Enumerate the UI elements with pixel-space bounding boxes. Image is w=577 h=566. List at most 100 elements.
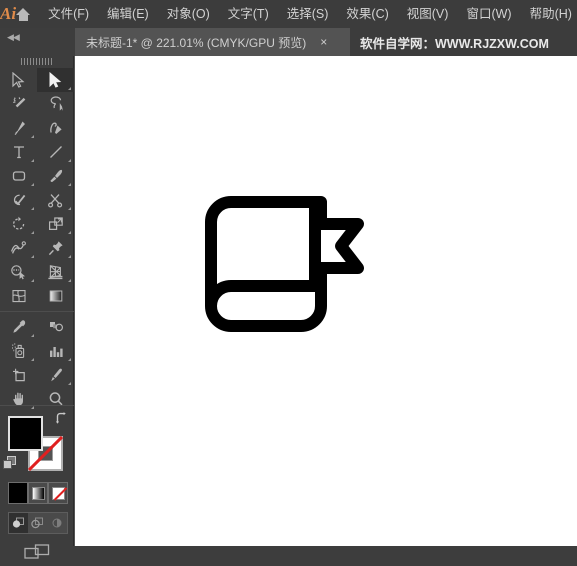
menu-file[interactable]: 文件(F) <box>39 0 98 28</box>
tool-row <box>0 140 74 164</box>
paintbrush-tool[interactable] <box>37 164 74 188</box>
menu-effect[interactable]: 效果(C) <box>337 0 397 28</box>
tool-flyout-indicator <box>31 183 34 186</box>
tool-flyout-indicator <box>31 135 34 138</box>
tool-flyout-indicator <box>31 159 34 162</box>
draw-normal-icon <box>12 517 24 528</box>
menu-view[interactable]: 视图(V) <box>398 0 458 28</box>
menu-help[interactable]: 帮助(H) <box>521 0 577 28</box>
shape-builder-tool[interactable] <box>0 260 37 284</box>
magic-wand-tool[interactable] <box>0 92 37 116</box>
column-graph-tool[interactable] <box>37 339 74 363</box>
gradient-tool[interactable] <box>37 284 74 308</box>
tool-flyout-indicator <box>68 87 71 90</box>
shaper-tool[interactable] <box>0 188 37 212</box>
paint-mode-buttons <box>8 482 68 506</box>
lasso-tool[interactable] <box>37 92 74 116</box>
bookmark-ribbon <box>309 218 364 274</box>
color-controls <box>0 408 74 478</box>
color-mode-button[interactable] <box>8 482 28 504</box>
screen-mode-icon <box>24 544 50 559</box>
eyedropper-tool[interactable] <box>0 315 37 339</box>
menu-type[interactable]: 文字(T) <box>219 0 278 28</box>
swap-fill-stroke-icon[interactable] <box>55 412 68 425</box>
menu-window[interactable]: 窗口(W) <box>457 0 520 28</box>
book-bookmark-vector-shape <box>205 196 364 332</box>
scale-tool[interactable] <box>37 212 74 236</box>
fill-swatch[interactable] <box>8 416 43 451</box>
document-canvas[interactable] <box>75 56 577 546</box>
artboard-tool[interactable] <box>0 363 37 387</box>
tool-flyout-indicator <box>68 255 71 258</box>
tool-row <box>0 260 74 284</box>
tool-row <box>0 68 74 92</box>
tool-flyout-indicator <box>31 255 34 258</box>
draw-inside-icon <box>52 518 62 528</box>
rectangle-tool[interactable] <box>0 164 37 188</box>
line-segment-tool[interactable] <box>37 140 74 164</box>
slice-tool[interactable] <box>37 363 74 387</box>
rotate-tool[interactable] <box>0 212 37 236</box>
draw-normal-button[interactable] <box>9 513 28 533</box>
selection-tool[interactable] <box>0 68 37 92</box>
tool-row <box>0 188 74 212</box>
tool-buttons <box>0 68 74 411</box>
gradient-mode-button[interactable] <box>28 482 48 504</box>
tool-flyout-indicator <box>68 279 71 282</box>
tool-flyout-indicator <box>31 279 34 282</box>
tool-row <box>0 284 74 308</box>
menu-edit[interactable]: 编辑(E) <box>98 0 158 28</box>
mesh-tool[interactable] <box>0 284 37 308</box>
tool-row <box>0 363 74 387</box>
document-tab[interactable]: 未标题-1* @ 221.01% (CMYK/GPU 预览) × <box>75 28 350 56</box>
app-logo: Ai <box>0 4 17 23</box>
none-mode-button[interactable] <box>48 482 68 504</box>
tool-flyout-indicator <box>68 231 71 234</box>
book-with-bookmark-ribbon-artwork[interactable] <box>195 196 370 351</box>
width-tool[interactable] <box>0 236 37 260</box>
tool-row <box>0 315 74 339</box>
tool-flyout-indicator <box>31 334 34 337</box>
draw-behind-icon <box>31 517 43 529</box>
brand-watermark: 软件自学网：WWW.RJZXW.COM <box>360 36 549 51</box>
document-tab-title: 未标题-1* @ 221.01% (CMYK/GPU 预览) <box>86 35 307 50</box>
direct-selection-tool[interactable] <box>37 68 74 92</box>
pen-tool[interactable] <box>0 116 37 140</box>
curvature-tool[interactable] <box>37 116 74 140</box>
symbol-sprayer-tool[interactable] <box>0 339 37 363</box>
close-icon[interactable]: × <box>320 36 327 48</box>
tools-panel <box>0 56 74 559</box>
tool-flyout-indicator <box>68 358 71 361</box>
perspective-grid-tool[interactable] <box>37 260 74 284</box>
document-tab-bar: ◀◀ 未标题-1* @ 221.01% (CMYK/GPU 预览) × 软件自学… <box>0 28 577 56</box>
draw-inside-button[interactable] <box>47 513 66 533</box>
tool-flyout-indicator <box>68 183 71 186</box>
color-section-divider <box>0 405 74 406</box>
tool-flyout-indicator <box>68 159 71 162</box>
tool-row <box>0 92 74 116</box>
tool-row <box>0 236 74 260</box>
tool-row <box>0 116 74 140</box>
type-tool[interactable] <box>0 140 37 164</box>
tool-row <box>0 339 74 363</box>
blend-tool[interactable] <box>37 315 74 339</box>
tool-group-divider <box>0 311 74 312</box>
tool-flyout-indicator <box>31 358 34 361</box>
illustrator-window: Ai 文件(F) 编辑(E) 对象(O) 文字(T) 选择(S) 效果(C) 视… <box>0 0 577 559</box>
tool-flyout-indicator <box>68 382 71 385</box>
scissors-tool[interactable] <box>37 188 74 212</box>
home-icon[interactable] <box>16 0 31 28</box>
collapse-panel-icon[interactable]: ◀◀ <box>7 32 20 42</box>
menu-object[interactable]: 对象(O) <box>158 0 219 28</box>
menu-items: 文件(F) 编辑(E) 对象(O) 文字(T) 选择(S) 效果(C) 视图(V… <box>39 0 577 28</box>
change-screen-mode-button[interactable] <box>0 540 74 566</box>
free-transform-tool[interactable] <box>37 236 74 260</box>
tool-flyout-indicator <box>31 207 34 210</box>
menu-bar: Ai 文件(F) 编辑(E) 对象(O) 文字(T) 选择(S) 效果(C) 视… <box>0 0 577 28</box>
tool-flyout-indicator <box>68 207 71 210</box>
menu-select[interactable]: 选择(S) <box>278 0 338 28</box>
tool-row <box>0 212 74 236</box>
panel-drag-handle[interactable] <box>21 58 53 65</box>
default-fill-stroke-icon[interactable] <box>3 456 16 469</box>
draw-behind-button[interactable] <box>28 513 47 533</box>
